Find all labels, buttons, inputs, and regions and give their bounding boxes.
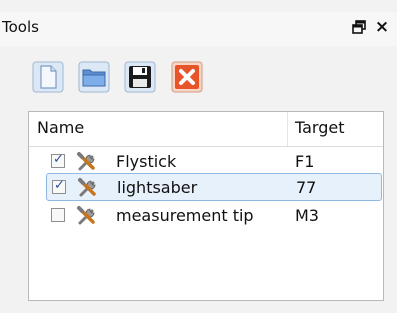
tools-icon — [77, 206, 95, 225]
tools-icon — [78, 178, 96, 197]
row-checkbox[interactable]: ✓ — [51, 152, 65, 168]
save-tool-button[interactable] — [124, 61, 156, 93]
delete-tool-button[interactable] — [171, 61, 203, 93]
panel-title: Tools — [2, 18, 39, 36]
delete-icon — [171, 61, 203, 93]
panel-titlebar: Tools × — [0, 12, 397, 46]
row-target: 77 — [296, 178, 317, 197]
check-mark-icon: ✓ — [54, 178, 65, 193]
open-folder-icon — [78, 61, 110, 93]
tools-panel: Tools × Name Target ✓ Flystick F1 ✓ ligh… — [0, 0, 397, 313]
column-header-target[interactable]: Target — [295, 118, 345, 137]
tools-tree[interactable]: Name Target ✓ Flystick F1 ✓ lightsaber 7… — [28, 111, 384, 301]
new-document-icon — [32, 61, 64, 93]
column-divider[interactable] — [287, 112, 288, 146]
tools-icon — [77, 152, 95, 171]
open-tool-button[interactable] — [78, 61, 110, 93]
save-disk-icon — [124, 61, 156, 93]
tree-header: Name Target — [29, 112, 383, 147]
row-checkbox[interactable] — [51, 208, 65, 222]
tree-row-lightsaber[interactable]: ✓ lightsaber 77 — [46, 173, 382, 201]
row-name: Flystick — [116, 152, 177, 171]
close-panel-button[interactable]: × — [371, 15, 393, 39]
column-header-name[interactable]: Name — [37, 118, 84, 137]
new-tool-button[interactable] — [32, 61, 64, 93]
check-mark-icon: ✓ — [53, 152, 64, 167]
float-panel-button[interactable] — [348, 15, 370, 39]
tree-row-flystick[interactable]: ✓ Flystick F1 — [46, 148, 382, 176]
row-name: measurement tip — [116, 206, 254, 225]
tree-row-measurement-tip[interactable]: measurement tip M3 — [46, 202, 382, 230]
row-target: M3 — [295, 206, 319, 225]
close-icon: × — [374, 17, 390, 37]
float-icon — [352, 20, 366, 34]
row-name: lightsaber — [117, 178, 198, 197]
row-checkbox[interactable]: ✓ — [52, 178, 66, 194]
row-target: F1 — [295, 152, 315, 171]
